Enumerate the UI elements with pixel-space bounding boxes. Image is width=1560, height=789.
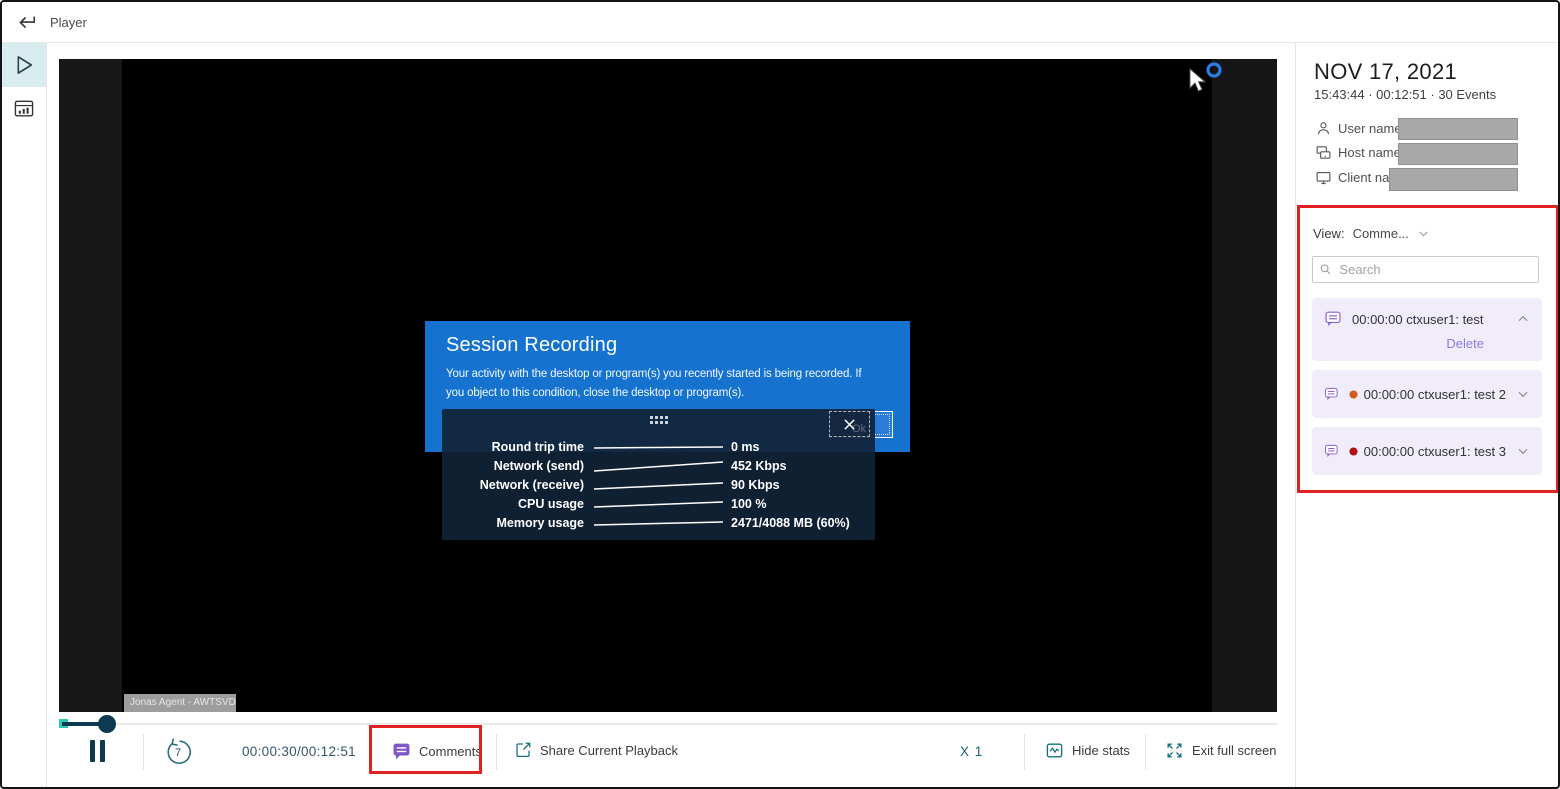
stat-value: 2471/4088 MB (60%) <box>731 516 850 530</box>
recording-viewport[interactable]: Session Recording Your activity with the… <box>59 59 1277 712</box>
comment-item-2[interactable]: 00:00:00 ctxuser1: test 2 <box>1312 370 1542 418</box>
comment-text: 00:00:00 ctxuser1: test <box>1352 312 1506 327</box>
stat-row-memory: Memory usage 2471/4088 MB (60%) <box>442 513 875 532</box>
host-icon <box>1315 144 1332 161</box>
chevron-down-icon <box>1417 227 1430 240</box>
comment-bubble-icon <box>1324 385 1339 404</box>
host-name-label: Host name: <box>1338 145 1404 160</box>
playback-time: 00:00:30/00:12:51 <box>242 744 356 759</box>
delete-comment-link[interactable]: Delete <box>1446 336 1484 351</box>
stat-value: 100 % <box>731 497 766 511</box>
view-selector[interactable]: View: Comme... <box>1313 226 1430 241</box>
dialog-body-line1: Your activity with the desktop or progra… <box>446 368 861 380</box>
share-label: Share Current Playback <box>540 743 678 758</box>
video-right-shade <box>1212 59 1277 712</box>
user-name-row: User name: <box>1315 120 1405 137</box>
sparkline-memory <box>592 516 725 530</box>
pointer-with-ring-icon <box>1179 61 1227 97</box>
dialog-body-line2: you object to this condition, close the … <box>446 387 744 399</box>
sparkline-net-receive <box>592 478 725 492</box>
comment-bubble-icon <box>1324 310 1342 329</box>
hide-stats-button[interactable]: Hide stats <box>1045 741 1130 760</box>
chevron-up-icon[interactable] <box>1516 312 1530 326</box>
user-icon <box>1315 120 1332 137</box>
rewind-icon: 7 <box>162 736 194 768</box>
comments-highlight-box <box>369 725 482 774</box>
stat-row-net-receive: Network (receive) 90 Kbps <box>442 475 875 494</box>
stats-icon <box>1045 741 1064 760</box>
chevron-down-icon[interactable] <box>1516 444 1530 458</box>
video-left-shade <box>59 59 122 712</box>
stat-label: CPU usage <box>442 497 584 511</box>
comment-text: 00:00:00 ctxuser1: test 3 <box>1364 444 1506 459</box>
sidebar-item-activity-feed[interactable] <box>2 87 46 131</box>
fullscreen-icon <box>1165 741 1184 760</box>
host-name-redaction <box>1398 143 1518 165</box>
stat-label: Network (receive) <box>442 478 584 492</box>
top-header: Player <box>2 2 1558 43</box>
dialog-title: Session Recording <box>446 334 617 357</box>
stats-overlay[interactable]: Ok Round trip time 0 ms Network (send) 4… <box>442 409 875 540</box>
overlay-close-button[interactable]: Ok <box>829 411 870 437</box>
chevron-down-icon[interactable] <box>1516 387 1530 401</box>
exit-fullscreen-label: Exit full screen <box>1192 743 1277 758</box>
page-title: Player <box>50 15 87 30</box>
back-icon[interactable] <box>15 12 37 34</box>
search-input[interactable] <box>1337 261 1532 278</box>
controls-divider <box>1024 734 1025 770</box>
recording-meta: 15:43:44 · 00:12:51 · 30 Events <box>1314 87 1496 102</box>
stat-label: Round trip time <box>442 440 584 454</box>
rewind-button[interactable]: 7 <box>162 736 194 768</box>
right-panel-divider <box>1295 43 1296 787</box>
comment-text: 00:00:00 ctxuser1: test 2 <box>1364 387 1506 402</box>
stat-value: 0 ms <box>731 440 760 454</box>
seek-track[interactable] <box>116 723 1277 725</box>
controls-divider <box>1145 734 1146 770</box>
chart-window-icon <box>12 97 36 121</box>
stat-label: Memory usage <box>442 516 584 530</box>
seek-knob[interactable] <box>98 715 116 733</box>
hide-stats-label: Hide stats <box>1072 743 1130 758</box>
stat-value: 90 Kbps <box>731 478 780 492</box>
drag-handle-icon[interactable] <box>650 416 668 424</box>
sidebar-item-player[interactable] <box>2 43 46 87</box>
stat-row-rtt: Round trip time 0 ms <box>442 437 875 456</box>
app-window: Player Session Recording Your activity w… <box>0 0 1560 789</box>
controls-divider <box>143 734 144 770</box>
recording-date: NOV 17, 2021 <box>1314 59 1457 85</box>
left-sidebar <box>2 43 47 787</box>
user-name-label: User name: <box>1338 121 1405 136</box>
controls-divider <box>496 734 497 770</box>
client-name-redaction <box>1389 168 1518 191</box>
play-icon <box>11 52 37 78</box>
pause-icon <box>90 740 105 762</box>
view-label: View: <box>1313 226 1345 241</box>
stat-value: 452 Kbps <box>731 459 787 473</box>
stat-row-cpu: CPU usage 100 % <box>442 494 875 513</box>
recorded-taskbar-button: Jonas Agent - AWTSVD... <box>124 694 236 712</box>
stat-label: Network (send) <box>442 459 584 473</box>
sparkline-cpu <box>592 497 725 511</box>
share-playback-button[interactable]: Share Current Playback <box>514 741 678 759</box>
playback-speed[interactable]: X 1 <box>960 744 983 759</box>
client-icon <box>1315 169 1332 186</box>
host-name-row: Host name: <box>1315 144 1404 161</box>
view-value: Comme... <box>1353 226 1409 241</box>
comment-marker-dot <box>1349 390 1358 399</box>
user-name-redaction <box>1398 118 1518 140</box>
comment-search[interactable] <box>1312 256 1539 283</box>
stat-row-net-send: Network (send) 452 Kbps <box>442 456 875 475</box>
comment-item-1[interactable]: 00:00:00 ctxuser1: test Delete <box>1312 298 1542 361</box>
sparkline-net-send <box>592 459 725 473</box>
comment-marker-dot <box>1349 447 1358 456</box>
rewind-seconds: 7 <box>175 747 181 759</box>
comment-bubble-icon <box>1324 442 1339 461</box>
pause-button[interactable] <box>90 740 105 762</box>
search-icon <box>1319 262 1332 277</box>
exit-fullscreen-button[interactable]: Exit full screen <box>1165 741 1277 760</box>
share-icon <box>514 741 532 759</box>
sparkline-rtt <box>592 440 725 454</box>
ok-label-faint: Ok <box>852 423 866 435</box>
comment-item-3[interactable]: 00:00:00 ctxuser1: test 3 <box>1312 427 1542 475</box>
